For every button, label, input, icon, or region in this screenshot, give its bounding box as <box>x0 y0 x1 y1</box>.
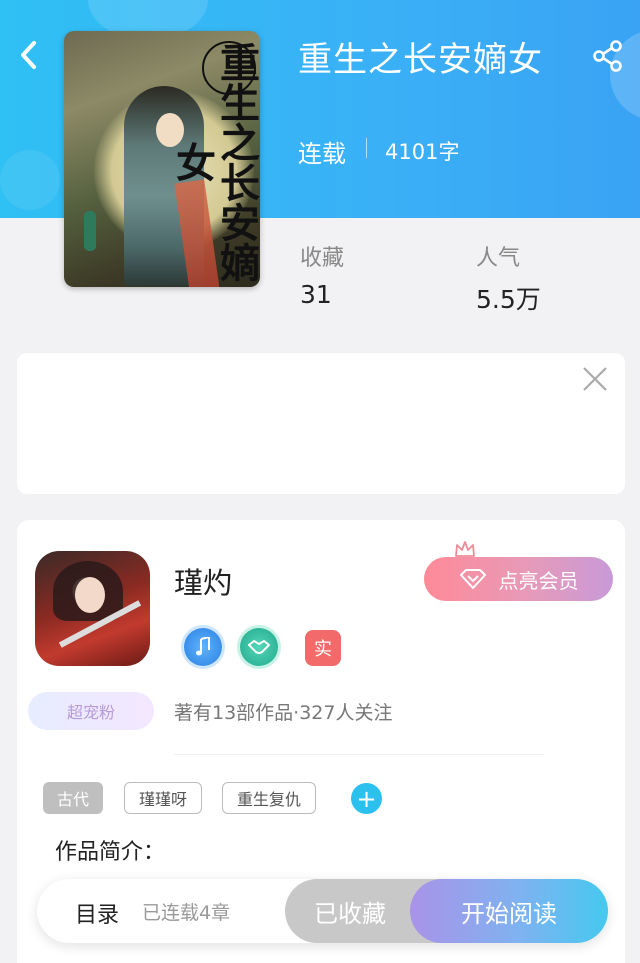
share-button[interactable] <box>590 38 626 74</box>
author-name[interactable]: 瑾灼 <box>174 560 232 602</box>
start-reading-label: 开始阅读 <box>461 899 557 928</box>
handshake-badge[interactable] <box>240 628 278 666</box>
avatar-face <box>75 577 105 613</box>
tag-item[interactable]: 瑾瑾呀 <box>124 782 203 814</box>
book-cover[interactable]: 重生之长安嫡女 <box>64 31 260 287</box>
decor-bubble <box>0 150 60 210</box>
add-icon: + <box>356 784 377 813</box>
serial-status: 连载 <box>298 140 346 168</box>
toc-button[interactable]: 目录 <box>75 897 119 929</box>
vip-member-button[interactable]: 点亮会员 <box>424 557 613 601</box>
add-tag-button[interactable]: + <box>351 783 382 814</box>
divider <box>366 138 367 158</box>
music-badge-icon <box>196 637 210 656</box>
author-meta: 著有13部作品·327人关注 <box>174 702 393 724</box>
share-icon <box>593 40 622 72</box>
favorites-label: 收藏 <box>300 246 345 271</box>
ad-close-button[interactable] <box>580 364 610 394</box>
diamond-icon <box>459 569 486 589</box>
start-reading-button[interactable]: 开始阅读 <box>410 879 608 943</box>
divider <box>174 754 544 755</box>
serial-chapters: 已连载4章 <box>142 902 231 924</box>
tag-category[interactable]: 古代 <box>43 782 104 814</box>
author-avatar[interactable] <box>35 551 150 666</box>
collected-label: 已收藏 <box>314 899 386 928</box>
close-icon <box>583 367 607 391</box>
cover-tassel <box>84 211 96 251</box>
music-badge[interactable] <box>184 628 222 666</box>
book-title: 重生之长安嫡女 <box>298 40 543 80</box>
verified-badge[interactable]: 实 <box>305 630 341 666</box>
fan-badge: 超宠粉 <box>28 692 154 730</box>
ad-card <box>17 353 625 494</box>
cover-title: 重生之长安嫡女 <box>169 42 260 282</box>
intro-label: 作品简介： <box>55 840 166 865</box>
handshake-badge-icon <box>248 640 270 654</box>
popularity-label: 人气 <box>476 246 521 271</box>
word-count: 4101字 <box>385 140 460 164</box>
vip-button-label: 点亮会员 <box>498 568 579 593</box>
tag-item[interactable]: 重生复仇 <box>222 782 317 814</box>
back-button[interactable] <box>14 38 42 72</box>
popularity-value: 5.5万 <box>476 285 541 314</box>
crown-icon <box>455 541 475 557</box>
favorites-value: 31 <box>300 280 332 309</box>
back-icon <box>21 41 36 69</box>
